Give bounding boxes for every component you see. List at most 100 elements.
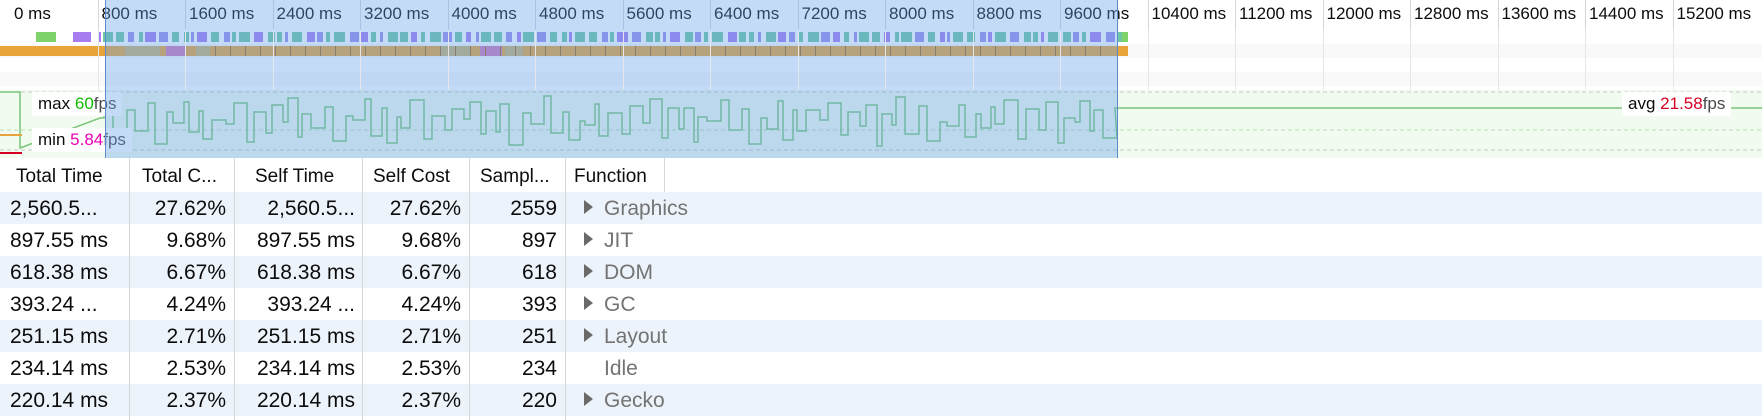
track-segment xyxy=(36,32,56,42)
track-segment xyxy=(380,46,381,56)
track-segment xyxy=(758,32,761,42)
header-self-cost[interactable]: Self Cost xyxy=(363,158,470,192)
track-segment xyxy=(928,32,935,42)
ruler-tick-label: 15200 ms xyxy=(1676,4,1752,23)
ruler-tick-label: 10400 ms xyxy=(1151,4,1227,23)
function-name: Layout xyxy=(604,325,668,348)
ruler-gridline xyxy=(1672,30,1674,90)
track-segment xyxy=(196,46,210,56)
ruler-tick-label: 13600 ms xyxy=(1501,4,1577,23)
track-segment xyxy=(1055,46,1056,56)
table-row[interactable]: 897.55 ms 9.68% 897.55 ms 9.68% 897 JIT xyxy=(0,224,1762,256)
table-row[interactable]: 2,560.5... 27.62% 2,560.5... 27.62% 2559 Grap… xyxy=(0,192,1762,224)
expand-triangle-icon[interactable] xyxy=(584,200,593,214)
expand-triangle-icon[interactable] xyxy=(584,232,593,246)
table-row[interactable]: 234.14 ms 2.53% 234.14 ms 2.53% 234 Idle xyxy=(0,352,1762,384)
track-segment xyxy=(808,32,819,42)
cell-total-cost: 27.62% xyxy=(154,197,226,220)
table-row[interactable]: 220.14 ms 2.37% 220.14 ms 2.37% 220 Gecko xyxy=(0,384,1762,416)
ruler-tick-label: 8000 ms xyxy=(889,4,955,23)
track-segment xyxy=(872,32,880,42)
header-total-time[interactable]: Total Time xyxy=(0,158,130,192)
track-segment xyxy=(410,46,411,56)
ruler-tick xyxy=(972,0,974,30)
track-segment xyxy=(1106,32,1115,42)
ruler-gridline xyxy=(1147,30,1149,90)
call-tree[interactable]: Total Time Total C... Self Time Self Cos… xyxy=(0,158,1762,420)
track-segment xyxy=(799,32,803,42)
expand-triangle-icon[interactable] xyxy=(584,328,593,342)
header-samples[interactable]: Sampl... xyxy=(470,158,566,192)
ruler-tick xyxy=(447,0,449,30)
track-segment xyxy=(371,32,376,42)
ruler-gridline xyxy=(1235,30,1236,90)
track-segment xyxy=(466,32,471,42)
expand-triangle-icon[interactable] xyxy=(584,392,593,406)
cell-total-cost: 6.67% xyxy=(166,261,226,284)
track-segment xyxy=(275,46,276,56)
cell-total-cost: 2.53% xyxy=(166,357,226,380)
function-name: Idle xyxy=(604,357,638,380)
track-segment xyxy=(980,46,981,56)
ruler-tick xyxy=(622,0,624,30)
timeline-ruler[interactable]: 0 ms 800 ms 1600 ms 2400 ms 3200 ms 4000 ms 48… xyxy=(0,0,1762,30)
ruler-gridline xyxy=(360,30,361,90)
track-segment xyxy=(500,46,501,56)
track-segment xyxy=(1010,46,1011,56)
fps-avg-unit: fps xyxy=(1702,94,1726,113)
ruler-tick-label: 4800 ms xyxy=(539,4,605,23)
track-segment xyxy=(965,46,966,56)
track-segment xyxy=(380,32,383,42)
track-segment xyxy=(590,46,591,56)
track-segment xyxy=(755,46,756,56)
track-segment xyxy=(749,32,754,42)
track-segment xyxy=(947,32,950,42)
track-segment xyxy=(833,32,840,42)
track-segment xyxy=(470,46,471,56)
track-segment xyxy=(139,32,143,42)
ruler-tick-label: 5600 ms xyxy=(626,4,692,23)
track-segment xyxy=(73,32,91,42)
expand-triangle-icon[interactable] xyxy=(584,264,593,278)
ruler-tick-label: 800 ms xyxy=(101,4,158,23)
ruler-gridline xyxy=(1585,30,1586,90)
fps-avg-label: avg 21.58fps xyxy=(1622,92,1732,116)
track-segment xyxy=(1010,32,1019,42)
track-segment xyxy=(400,32,408,42)
track-segment xyxy=(116,32,124,42)
cell-total-time: 618.38 ms xyxy=(10,261,109,284)
track-segment xyxy=(505,46,523,56)
track-segment xyxy=(277,32,282,42)
track-segment xyxy=(967,32,975,42)
track-segment xyxy=(421,32,425,42)
fps-graph: max 60fps min 5.84fps avg 21.58fps xyxy=(0,90,1762,158)
header-total-cost[interactable]: Total C... xyxy=(130,158,235,192)
track-segment xyxy=(770,46,771,56)
column-separator xyxy=(234,158,235,420)
cell-self-time: 220.14 ms xyxy=(256,389,355,412)
ruler-tick-label: 12800 ms xyxy=(1414,4,1489,23)
header-self-time[interactable]: Self Time xyxy=(235,158,363,192)
table-row[interactable]: 393.24 ... 4.24% 393.24 ... 4.24% 393 GC xyxy=(0,288,1762,320)
cell-total-time: 220.14 ms xyxy=(10,389,109,412)
table-row[interactable]: 251.15 ms 2.71% 251.15 ms 2.71% 251 Layout xyxy=(0,320,1762,352)
ruler-tick-label: 3200 ms xyxy=(364,4,430,23)
expand-triangle-icon[interactable] xyxy=(584,296,593,310)
cell-total-time: 251.15 ms xyxy=(10,325,109,348)
track-segment xyxy=(440,46,441,56)
track-segment xyxy=(895,32,899,42)
track-segment xyxy=(1085,46,1086,56)
fps-max-prefix: max xyxy=(38,94,71,113)
ruler-gridline xyxy=(710,30,711,90)
track-segment xyxy=(455,46,456,56)
header-function[interactable]: Function xyxy=(566,158,665,192)
track-segment xyxy=(789,32,795,42)
track-segment xyxy=(569,32,572,42)
cell-function: Gecko xyxy=(584,384,665,416)
track-segment xyxy=(361,32,368,42)
cell-self-time: 393.24 ... xyxy=(267,293,355,316)
table-row[interactable]: 618.38 ms 6.67% 618.38 ms 6.67% 618 DOM xyxy=(0,256,1762,288)
fps-max-unit: fps xyxy=(93,94,117,113)
track-segment xyxy=(632,32,641,42)
ruler-tick xyxy=(1322,0,1324,30)
